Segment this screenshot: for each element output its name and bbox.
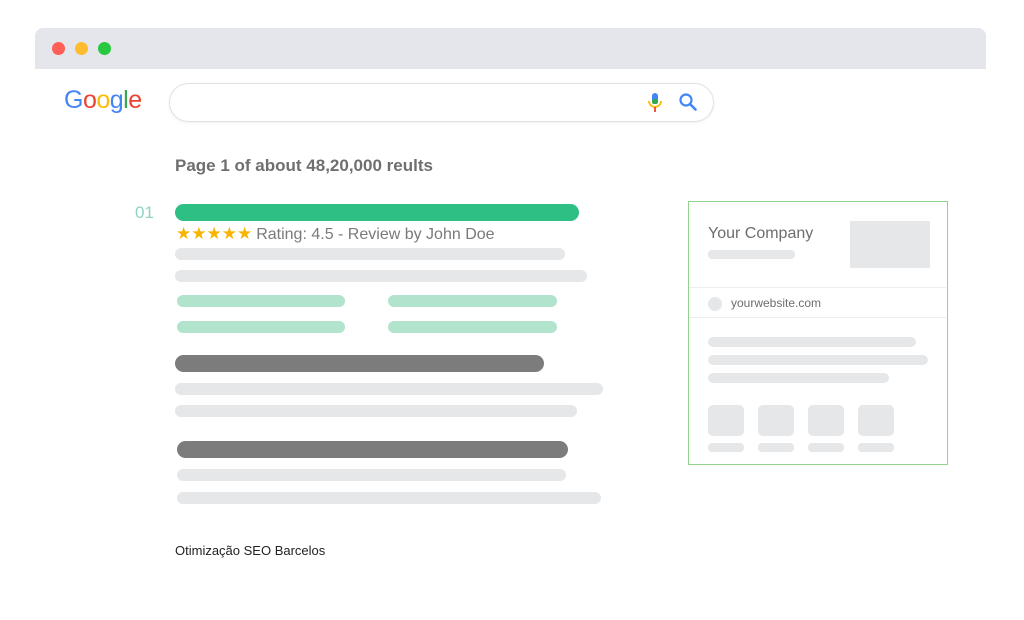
star-rating-icon: ★★★★★ xyxy=(176,224,253,243)
panel-action-label xyxy=(708,443,744,452)
panel-action-tile[interactable] xyxy=(808,405,844,436)
maximize-window-button[interactable] xyxy=(98,42,111,55)
logo-letter: g xyxy=(109,86,124,114)
panel-action-label xyxy=(808,443,844,452)
company-image xyxy=(850,221,930,268)
snippet-line xyxy=(177,492,601,504)
sitelink[interactable] xyxy=(388,295,557,307)
results-count: Page 1 of about 48,20,000 reults xyxy=(175,156,433,175)
panel-action-tile[interactable] xyxy=(858,405,894,436)
rating-text: Rating: 4.5 - Review by John Doe xyxy=(256,226,495,243)
website-link[interactable]: yourwebsite.com xyxy=(731,296,821,310)
snippet-line xyxy=(175,248,565,260)
page: Google Page 1 of about 48,20,000 reults … xyxy=(0,0,1024,620)
panel-action-label xyxy=(858,443,894,452)
panel-action-tile[interactable] xyxy=(708,405,744,436)
divider xyxy=(689,287,946,288)
panel-subtitle-line xyxy=(708,250,795,259)
sitelink[interactable] xyxy=(177,321,345,333)
company-name: Your Company xyxy=(708,225,814,242)
snippet-line xyxy=(177,469,566,481)
close-window-button[interactable] xyxy=(52,42,65,55)
panel-action-tile[interactable] xyxy=(758,405,794,436)
result-title-link[interactable] xyxy=(175,355,544,372)
minimize-window-button[interactable] xyxy=(75,42,88,55)
panel-info-line xyxy=(708,337,916,347)
google-logo[interactable]: Google xyxy=(64,86,142,115)
sitelink[interactable] xyxy=(388,321,557,333)
search-input[interactable] xyxy=(169,83,714,122)
logo-letter: e xyxy=(128,86,142,114)
result-rating: ★★★★★ Rating: 4.5 - Review by John Doe xyxy=(176,224,495,244)
logo-letter: G xyxy=(64,86,83,114)
result-number: 01 xyxy=(135,203,154,222)
browser-titlebar xyxy=(35,28,986,69)
sitelink[interactable] xyxy=(177,295,345,307)
logo-letter: o xyxy=(96,86,110,114)
knowledge-panel: Your Company yourwebsite.com xyxy=(688,201,948,465)
panel-action-label xyxy=(758,443,794,452)
divider xyxy=(689,317,946,318)
snippet-line xyxy=(175,383,603,395)
result-title-link[interactable] xyxy=(175,204,579,221)
snippet-line xyxy=(175,270,587,282)
caption-text: Otimização SEO Barcelos xyxy=(175,543,326,558)
panel-info-line xyxy=(708,355,928,365)
panel-info-line xyxy=(708,373,889,383)
globe-icon xyxy=(708,297,722,311)
microphone-icon[interactable] xyxy=(645,92,665,114)
snippet-line xyxy=(175,405,577,417)
result-title-link[interactable] xyxy=(177,441,568,458)
logo-letter: o xyxy=(82,86,97,114)
search-icon[interactable] xyxy=(678,92,698,112)
